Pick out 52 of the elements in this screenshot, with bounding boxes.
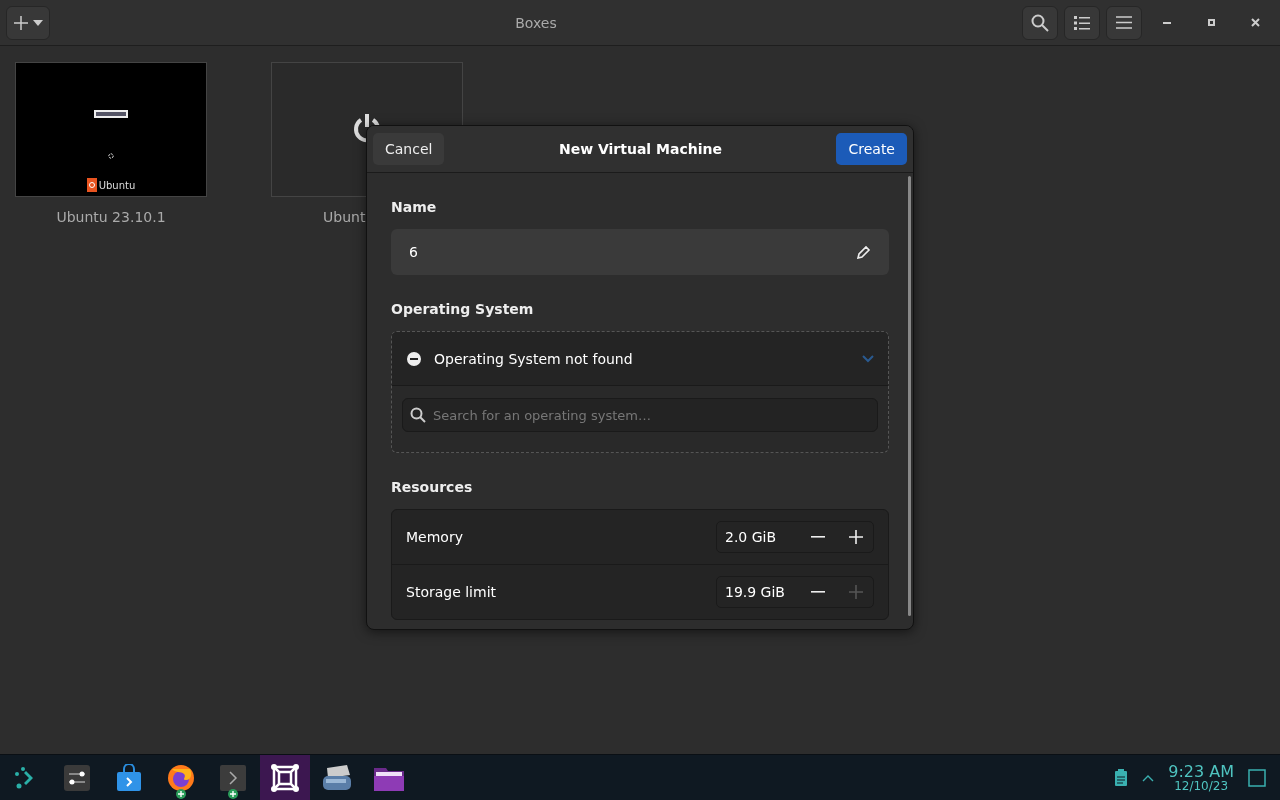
create-button[interactable]: Create [836,133,907,165]
vm-screen[interactable]: Ubuntu [15,62,207,197]
minus-icon [811,536,825,538]
dialog-title: New Virtual Machine [558,141,722,157]
distro-logo-icon [86,178,97,192]
search-icon [410,407,426,423]
spin-field[interactable]: 2.0 GiB [716,521,874,553]
chevron-up-icon[interactable] [1142,773,1155,782]
name-field[interactable]: 6 [391,229,889,275]
resource-label: Memory [406,529,464,545]
minus-icon [811,591,825,593]
close-icon [1250,18,1260,27]
os-search-field[interactable]: Search for an operating system… [402,398,878,432]
resource-label: Storage limit [406,584,498,600]
notifications-icon[interactable] [1248,768,1266,787]
add-button[interactable] [6,5,50,40]
toggles-icon [63,763,91,792]
taskbar-app[interactable] [260,755,310,800]
os-status: Operating System not found [434,350,634,367]
section-label: Operating System [391,301,535,317]
minimize-icon [1163,21,1171,24]
view-toggle-button[interactable] [1064,5,1100,40]
cancel-button[interactable]: Cancel [373,133,445,165]
spin-field[interactable]: 19.9 GiB [716,576,874,608]
menu-icon [1116,16,1132,29]
spinner-icon [108,153,114,159]
boxes-icon [270,762,300,793]
globe-fox-icon [166,762,196,793]
shopping-bag-icon [116,763,142,792]
window-title: Boxes [514,14,558,31]
vm-name: Ubunt [323,209,366,225]
search-button[interactable] [1022,5,1058,40]
terminal-icon [219,763,247,792]
scanner-icon [321,763,353,792]
section-label: Name [391,199,438,215]
plus-icon [849,585,863,599]
caret-icon [33,19,43,26]
plus-icon [13,14,29,31]
list-icon [1074,14,1090,31]
firmware-logo-icon [94,110,128,118]
plus-icon [849,530,863,544]
search-icon [1031,13,1049,32]
menu-button[interactable] [1106,5,1142,40]
boot-label: Ubuntu [98,179,136,191]
pencil-icon [857,245,871,259]
vm-name: Ubuntu 23.10.1 [56,209,166,225]
clock-time: 9:23 AM [1168,763,1234,780]
clock-date: 12/10/23 [1174,779,1229,792]
clipboard-icon[interactable] [1114,768,1129,787]
minus-circle-icon [406,350,422,367]
maximize-icon [1207,19,1215,26]
section-label: Resources [391,479,474,495]
